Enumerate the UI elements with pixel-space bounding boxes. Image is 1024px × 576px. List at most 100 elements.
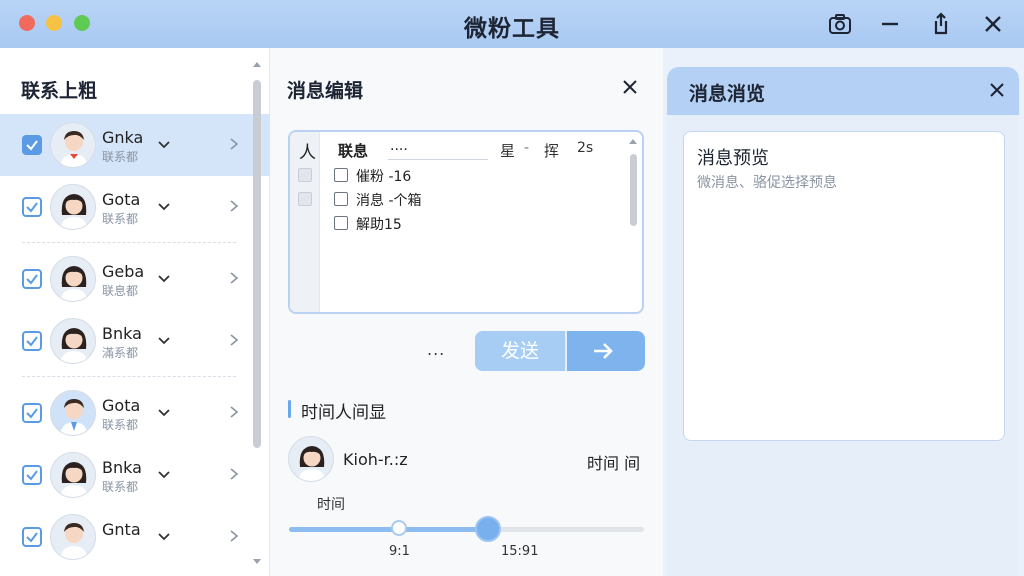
chevron-right-icon[interactable] [228, 405, 240, 419]
more-button[interactable]: ... [427, 340, 445, 359]
item-checkbox[interactable] [334, 192, 348, 206]
chevron-right-icon[interactable] [228, 333, 240, 347]
message-list-box: 人 联息 .... 星 - 挥 2s 催粉 -16 消息 -个箱 解助15 [288, 130, 644, 314]
close-icon[interactable] [980, 11, 1006, 37]
contact-subtitle: 滿系都 [102, 346, 139, 360]
time-slider-track[interactable] [289, 527, 644, 532]
contact-checkbox[interactable] [22, 269, 42, 289]
slider-handle-end[interactable] [474, 516, 501, 542]
contacts-title: 联系上粗 [21, 80, 98, 102]
person-name: Kioh-r.:z [343, 450, 408, 469]
slider-handle-start[interactable] [391, 520, 408, 536]
preview-body-hint: 微消息、骆促选择预息 [697, 175, 837, 191]
contact-subtitle: 联系都 [102, 150, 139, 164]
scroll-up-icon[interactable] [252, 60, 262, 68]
chevron-right-icon[interactable] [228, 467, 240, 481]
header-lang: 挥 [544, 142, 560, 160]
preview-body-title: 消息预览 [697, 148, 769, 169]
contact-item[interactable]: Geba 联息都 [0, 248, 246, 310]
contact-name: Bnka [102, 324, 142, 343]
close-icon[interactable] [621, 78, 639, 96]
list-scrollbar[interactable] [628, 138, 638, 306]
send-button-group[interactable]: 发送 [475, 331, 645, 371]
section-title: 时间人间显 [301, 403, 386, 423]
chevron-down-icon[interactable] [157, 468, 171, 482]
message-preview-panel: 消息消览 消息预览 微消息、骆促选择预息 [663, 48, 1024, 576]
contact-subtitle: 联系都 [102, 480, 139, 494]
header-contact: 联息 [338, 142, 369, 160]
send-button[interactable]: 发送 [475, 331, 565, 371]
send-separator [565, 331, 567, 371]
header-star: 星 [500, 142, 516, 160]
contact-name: Gnka [102, 128, 144, 147]
contact-name: Gota [102, 190, 141, 209]
contacts-panel: 联系上粗 Gnka 联系都 Gota 联系都 Geba 联息都 Bnka 滿系都… [0, 48, 270, 576]
avatar [50, 122, 96, 168]
arrow-right-icon[interactable] [591, 341, 615, 361]
chevron-down-icon[interactable] [157, 272, 171, 286]
contact-name: Geba [102, 262, 145, 281]
scroll-up-icon[interactable] [629, 138, 637, 145]
chevron-right-icon[interactable] [228, 199, 240, 213]
editor-title: 消息编辑 [287, 80, 364, 102]
slider-min-label: 9:1 [389, 544, 410, 559]
section-accent [288, 400, 291, 418]
chevron-down-icon[interactable] [157, 530, 171, 544]
header-person: 人 [299, 143, 316, 163]
contact-checkbox[interactable] [22, 135, 42, 155]
chevron-down-icon[interactable] [157, 334, 171, 348]
minimize-icon[interactable] [877, 11, 903, 37]
contact-item[interactable]: Gnka 联系都 [0, 114, 270, 176]
item-checkbox[interactable] [334, 216, 348, 230]
chevron-right-icon[interactable] [228, 271, 240, 285]
contact-item[interactable]: Bnka 联系都 [0, 444, 246, 506]
preview-card: 消息消览 消息预览 微消息、骆促选择预息 [667, 67, 1019, 576]
contact-subtitle: 联系都 [102, 418, 139, 432]
contact-checkbox[interactable] [22, 527, 42, 547]
chevron-down-icon[interactable] [157, 200, 171, 214]
header-dash: - [524, 140, 530, 156]
scroll-down-icon[interactable] [252, 558, 262, 566]
item-checkbox[interactable] [334, 168, 348, 182]
contact-name: Gnta [102, 520, 141, 539]
header-num: 2s [577, 140, 594, 156]
slider-max-label: 15:91 [501, 544, 539, 559]
avatar [50, 452, 96, 498]
filter-input[interactable]: .... [388, 138, 488, 160]
chevron-down-icon[interactable] [157, 138, 171, 152]
contact-subtitle: 联息都 [102, 284, 139, 298]
contact-name: Bnka [102, 458, 142, 477]
contact-checkbox[interactable] [22, 403, 42, 423]
contact-item[interactable]: Gota 联系都 [0, 382, 246, 444]
scrollbar-thumb[interactable] [253, 80, 261, 448]
contact-checkbox[interactable] [22, 197, 42, 217]
avatar [50, 390, 96, 436]
camera-icon[interactable] [827, 11, 853, 37]
person-time: 时间 间 [587, 454, 641, 473]
share-icon[interactable] [928, 11, 954, 37]
chevron-down-icon[interactable] [157, 406, 171, 420]
contact-checkbox[interactable] [22, 465, 42, 485]
preview-header: 消息消览 [667, 67, 1019, 115]
scrollbar-thumb[interactable] [630, 154, 637, 226]
contact-checkbox[interactable] [22, 331, 42, 351]
row-checkbox[interactable] [298, 168, 312, 182]
slider-label: 时间 [317, 497, 345, 513]
divider [0, 372, 246, 382]
message-editor-panel: 消息编辑 人 联息 .... 星 - 挥 2s 催粉 -16 消息 -个箱 解助… [271, 48, 663, 576]
close-icon[interactable] [989, 82, 1005, 98]
time-slider-fill [289, 527, 488, 532]
row-checkbox[interactable] [298, 192, 312, 206]
contact-item[interactable]: Gota 联系都 [0, 176, 246, 238]
app-window: 微粉工具 联系上粗 Gnka 联系都 Gota 联系都 Geba 联息都 Bnk… [0, 0, 1024, 576]
contact-item[interactable]: Bnka 滿系都 [0, 310, 246, 372]
preview-title: 消息消览 [689, 83, 766, 105]
avatar [50, 318, 96, 364]
contact-item[interactable]: Gnta [0, 506, 246, 568]
contacts-scrollbar[interactable] [250, 58, 264, 568]
chevron-right-icon[interactable] [228, 529, 240, 543]
item-label: 催粉 -16 [356, 169, 412, 185]
title-bar: 微粉工具 [0, 0, 1024, 48]
app-title: 微粉工具 [464, 16, 560, 42]
chevron-right-icon[interactable] [228, 137, 240, 151]
